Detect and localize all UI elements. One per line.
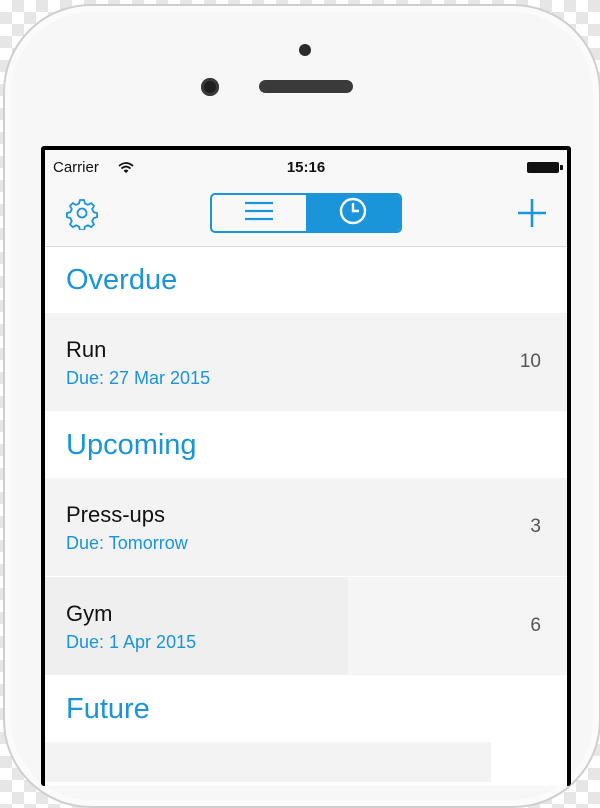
phone-frame: Carrier 15:16 Overdue Run Due: 27 Mar 20… bbox=[3, 4, 600, 808]
item-count: 10 bbox=[519, 351, 541, 372]
list-view-segment[interactable] bbox=[212, 195, 306, 231]
list-item[interactable]: Gym Due: 1 Apr 2015 6 bbox=[45, 577, 567, 676]
section-header-overdue: Overdue bbox=[45, 247, 567, 313]
item-title: Gym bbox=[66, 601, 113, 626]
section-header-upcoming: Upcoming bbox=[45, 412, 567, 478]
item-count: 6 bbox=[530, 615, 541, 636]
earpiece-speaker bbox=[259, 80, 353, 93]
item-title: Press-ups bbox=[66, 502, 166, 527]
list-item[interactable] bbox=[45, 742, 567, 782]
schedule-view-segment[interactable] bbox=[306, 195, 400, 231]
front-sensor bbox=[299, 44, 311, 56]
clock-icon bbox=[338, 196, 368, 231]
battery-icon bbox=[527, 162, 563, 173]
item-due-date: Due: 1 Apr 2015 bbox=[66, 632, 197, 652]
view-segmented-control bbox=[210, 193, 402, 233]
item-count: 3 bbox=[530, 516, 541, 537]
navigation-bar bbox=[45, 184, 567, 247]
plus-icon bbox=[518, 199, 546, 227]
list-icon bbox=[244, 200, 274, 227]
item-title: Run bbox=[66, 337, 107, 362]
list-item[interactable]: Press-ups Due: Tomorrow 3 bbox=[45, 478, 567, 577]
gear-icon[interactable] bbox=[65, 196, 99, 232]
list-item[interactable]: Run Due: 27 Mar 2015 10 bbox=[45, 313, 567, 412]
item-due-date: Due: Tomorrow bbox=[66, 533, 188, 553]
schedule-list: Overdue Run Due: 27 Mar 2015 10 Upcoming… bbox=[45, 247, 567, 782]
app-screen: Carrier 15:16 Overdue Run Due: 27 Mar 20… bbox=[45, 150, 567, 786]
add-button[interactable] bbox=[517, 198, 547, 228]
status-bar: Carrier 15:16 bbox=[45, 150, 567, 184]
item-due-date: Due: 27 Mar 2015 bbox=[66, 368, 211, 388]
screen: Carrier 15:16 Overdue Run Due: 27 Mar 20… bbox=[41, 146, 571, 786]
clock-time: 15:16 bbox=[286, 159, 326, 176]
front-camera bbox=[201, 78, 219, 96]
section-header-future: Future bbox=[45, 676, 567, 742]
